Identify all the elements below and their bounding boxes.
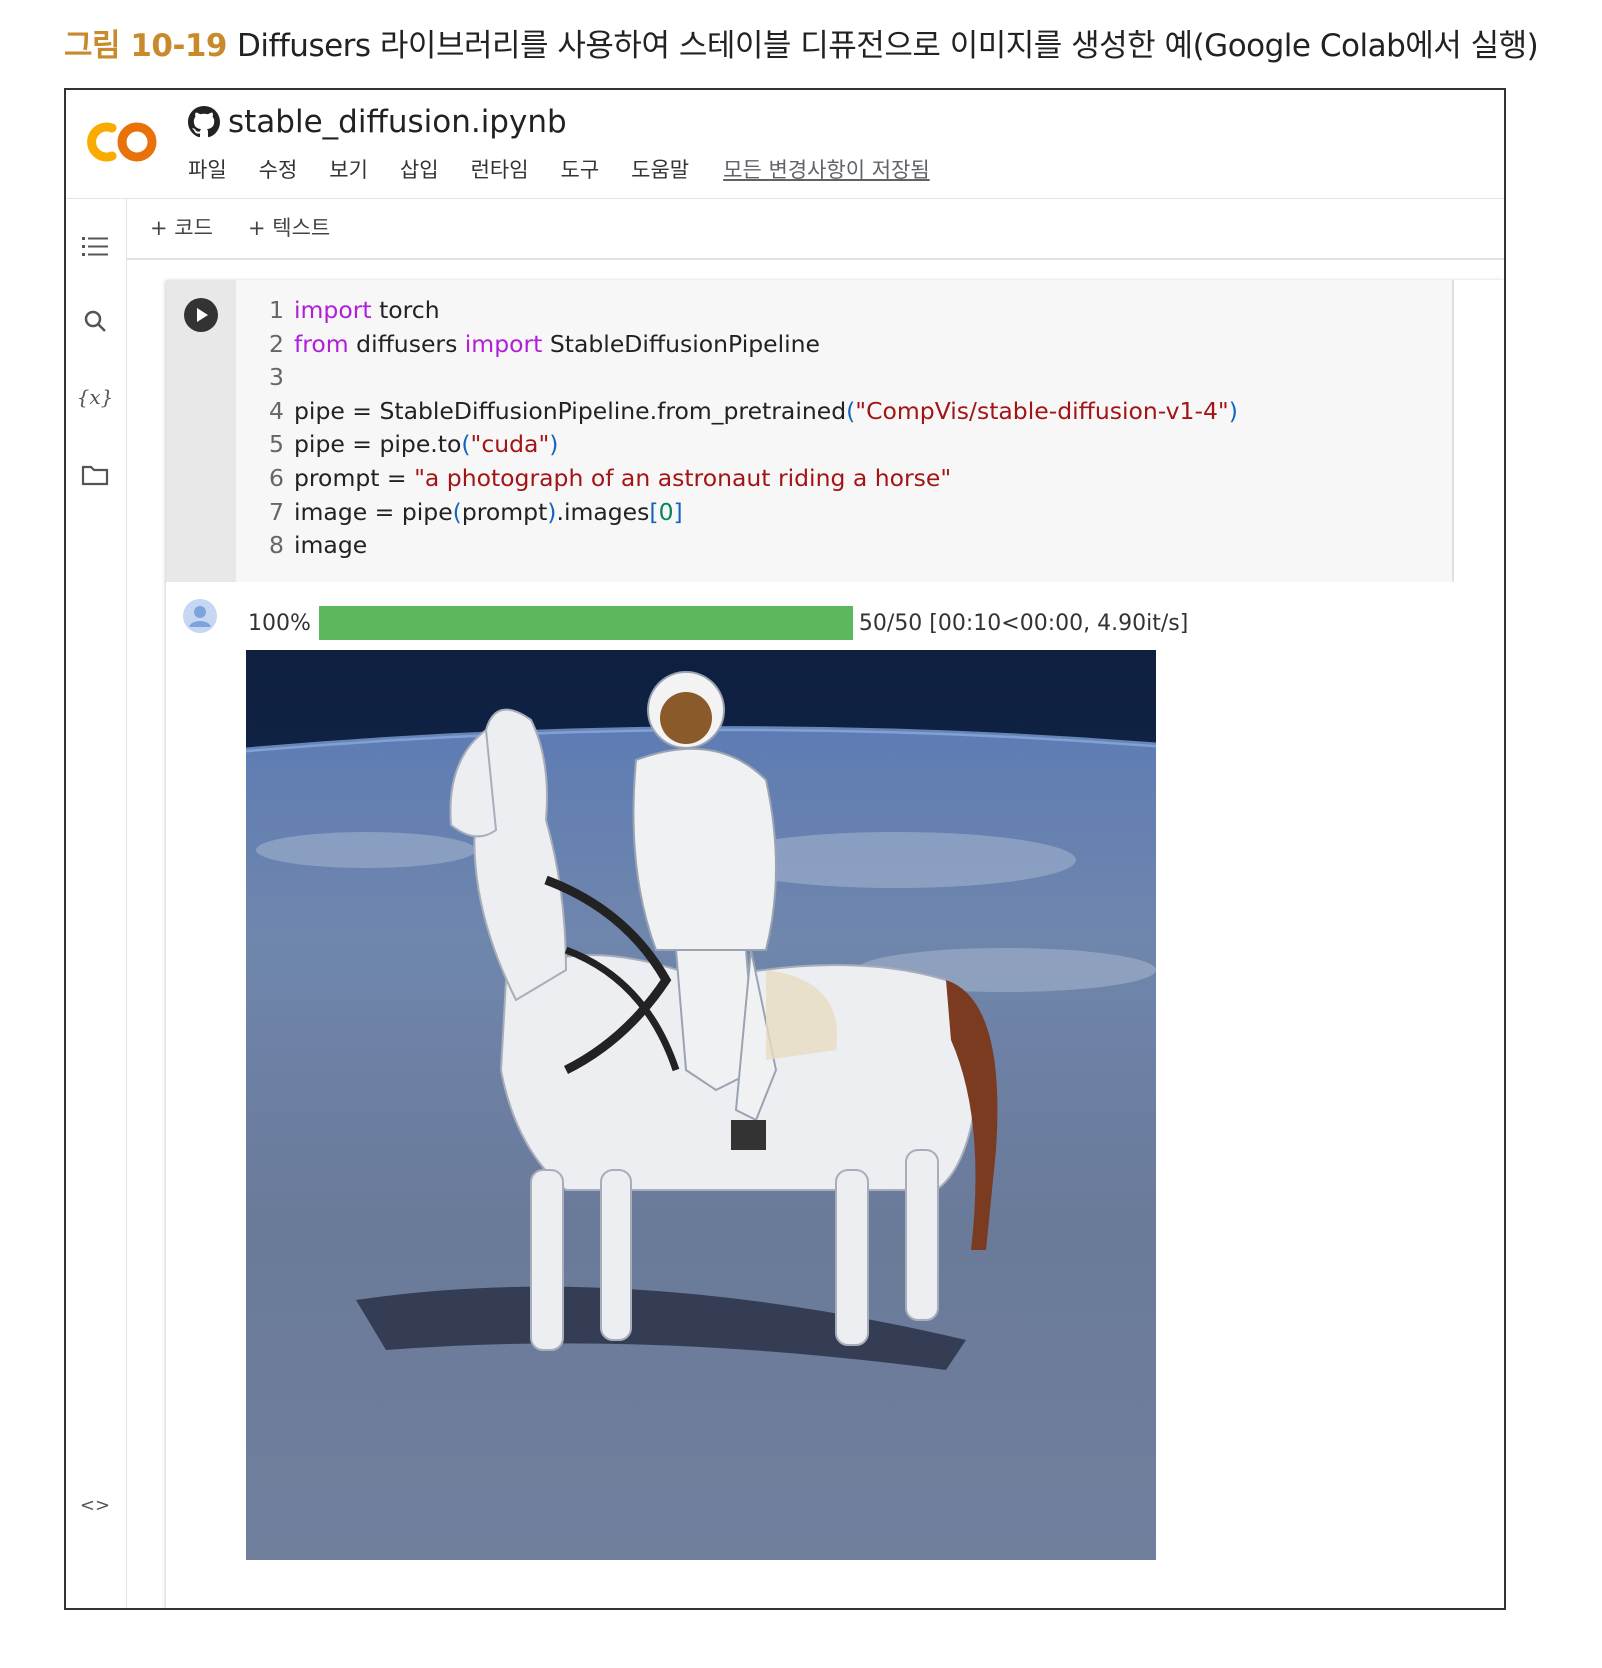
menu-view[interactable]: 보기 [325, 152, 372, 186]
code-cell: 1 import torch 2 from diffusers import Sta… [166, 280, 1504, 1608]
line-number: 6 [269, 463, 284, 492]
menu-edit[interactable]: 수정 [255, 152, 302, 186]
progress-percent: 100% [248, 610, 311, 636]
table-of-contents-icon[interactable] [78, 230, 112, 264]
play-icon [197, 308, 208, 322]
code-line: pipe = pipe.to("cuda") [294, 430, 559, 459]
code-line: from diffusers import StableDiffusionPip… [294, 329, 821, 358]
progress-row: 100% 50/50 [00:10<00:00, 4.90it/s] [248, 606, 1188, 640]
code-line: image = pipe(prompt).images[0] [294, 497, 683, 526]
code-line: prompt = "a photograph of an astronaut r… [294, 463, 952, 492]
menu-help[interactable]: 도움말 [627, 152, 693, 186]
cell-output: 100% 50/50 [00:10<00:00, 4.90it/s] [166, 582, 1504, 1608]
line-number: 1 [269, 296, 284, 324]
colab-logo[interactable]: CO [82, 116, 162, 168]
colab-header: CO stable_diffusion.ipynb 파일 수정 보기 삽입 런타… [66, 90, 1504, 199]
line-number: 5 [269, 430, 284, 459]
progress-bar [318, 606, 853, 640]
progress-stats: 50/50 [00:10<00:00, 4.90it/s] [858, 610, 1189, 636]
folder-icon[interactable] [78, 458, 112, 492]
line-number: 4 [269, 396, 284, 425]
figure-label: 그림 10-19 [64, 28, 227, 64]
line-number: 2 [269, 329, 284, 358]
code-line: image [294, 531, 368, 560]
left-sidebar: {x} <> [66, 198, 127, 1608]
run-cell-button[interactable] [184, 298, 218, 332]
line-number: 7 [269, 497, 284, 526]
output-user-icon[interactable] [182, 598, 218, 634]
menu-bar: 파일 수정 보기 삽입 런타임 도구 도움말 모든 변경사항이 저장됨 [184, 152, 930, 186]
figure-caption-text: Diffusers 라이브러리를 사용하여 스테이블 디퓨전으로 이미지를 생성… [236, 28, 1539, 64]
menu-runtime[interactable]: 런타임 [467, 152, 533, 186]
figure-caption: 그림 10-19 Diffusers 라이브러리를 사용하여 스테이블 디퓨전으로… [64, 20, 1539, 65]
code-editor[interactable]: 1 import torch 2 from diffusers import Sta… [236, 280, 1454, 582]
search-icon[interactable] [78, 304, 112, 338]
code-text: 1 import torch 2 from diffusers import Sta… [236, 280, 1452, 563]
code-line: import torch [294, 296, 440, 324]
variables-icon[interactable]: {x} [77, 380, 114, 414]
add-code-button[interactable]: + 코드 [150, 212, 213, 242]
notebook-toolbar: + 코드 + 텍스트 [126, 198, 1504, 260]
save-status-link[interactable]: 모든 변경사항이 저장됨 [723, 152, 930, 186]
notebook-title-text: stable_diffusion.ipynb [228, 104, 567, 140]
colab-logo-text: CO [82, 116, 84, 117]
line-number: 8 [269, 531, 284, 560]
code-line: pipe = StableDiffusionPipeline.from_pret… [294, 396, 1238, 425]
line-number: 3 [269, 363, 284, 392]
add-text-button[interactable]: + 텍스트 [248, 212, 330, 242]
colab-window: CO stable_diffusion.ipynb 파일 수정 보기 삽입 런타… [64, 88, 1506, 1610]
generated-image [246, 650, 1156, 1560]
menu-file[interactable]: 파일 [184, 152, 231, 186]
menu-insert[interactable]: 삽입 [396, 152, 443, 186]
menu-tools[interactable]: 도구 [557, 152, 604, 186]
progress-bar-fill [318, 606, 853, 640]
notebook-title[interactable]: stable_diffusion.ipynb [188, 104, 567, 140]
cell-gutter [166, 280, 236, 582]
github-icon [188, 106, 220, 138]
code-snippets-icon[interactable]: <> [78, 1488, 112, 1522]
